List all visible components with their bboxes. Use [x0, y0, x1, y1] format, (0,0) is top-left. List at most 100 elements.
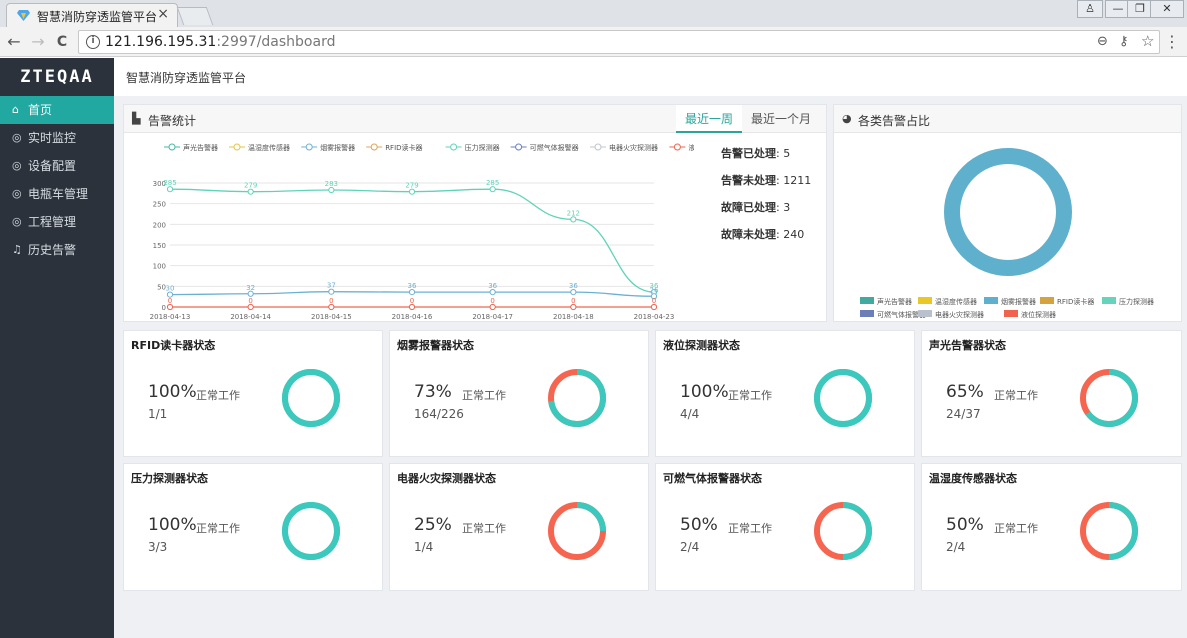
- dashboard-content: ▙ 告警统计 最近一周 最近一个月 声光告警器 温湿度传感器 烟雾报警器 RFID读卡器…: [114, 96, 1187, 638]
- status-card: 温湿度传感器状态 50% 正常工作 2/4: [921, 463, 1182, 591]
- close-window-button[interactable]: ✕: [1150, 0, 1184, 18]
- stat-row: 告警未处理: 1211: [721, 172, 811, 199]
- pie-legend-item[interactable]: 电器火灾探测器: [918, 310, 984, 319]
- data-label: 212: [567, 209, 580, 217]
- legend-marker: [233, 143, 241, 151]
- sidebar-menu: ⌂ 首页 ◎ 实时监控 ◎ 设备配置 ◎ 电瓶车管理 ◎ 工程管理 ♫ 历史告警: [0, 96, 114, 264]
- card-ratio: 3/3: [148, 540, 168, 554]
- card-ratio: 2/4: [680, 540, 700, 554]
- bell-icon: ♫: [12, 243, 22, 256]
- zoom-icon[interactable]: ⊖: [1097, 34, 1108, 49]
- data-label: 0: [571, 297, 575, 305]
- legend-item[interactable]: 温湿度传感器: [229, 143, 290, 152]
- data-label: 279: [244, 182, 257, 190]
- pie-legend-label: 烟雾报警器: [1001, 297, 1036, 306]
- data-point[interactable]: [247, 290, 254, 297]
- menu-icon[interactable]: ⋮: [1162, 32, 1182, 52]
- card-title: 压力探测器状态: [131, 472, 208, 485]
- pie-legend-item[interactable]: 温湿度传感器: [918, 297, 977, 306]
- y-tick-label: 100: [153, 263, 166, 271]
- app-logo: ZTEQAA: [20, 67, 94, 87]
- data-point[interactable]: [328, 303, 335, 311]
- legend-label: RFID读卡器: [385, 143, 422, 152]
- reload-button[interactable]: C: [52, 32, 72, 52]
- y-tick-label: 150: [153, 242, 166, 250]
- browser-tab[interactable]: 智慧消防穿透监管平台 ×: [6, 3, 178, 27]
- legend-item[interactable]: 电器火灾探测器: [590, 143, 658, 152]
- status-card: 液位探测器状态 100% 正常工作 4/4: [655, 330, 915, 457]
- data-point[interactable]: [408, 188, 416, 195]
- legend-marker: [168, 143, 176, 151]
- pie-legend-item[interactable]: 烟雾报警器: [984, 297, 1036, 306]
- alarm-stats-title: 告警统计: [148, 114, 197, 128]
- data-label: 279: [405, 182, 418, 190]
- status-card: 声光告警器状态 65% 正常工作 24/37: [921, 330, 1182, 457]
- key-icon[interactable]: ⚷: [1119, 34, 1129, 49]
- user-icon[interactable]: ♙: [1077, 0, 1103, 18]
- legend-item[interactable]: 声光告警器: [164, 143, 218, 152]
- card-percent-label: 正常工作: [994, 389, 1038, 402]
- legend-item[interactable]: 液位探测器: [669, 143, 694, 152]
- sidebar-item-project[interactable]: ◎ 工程管理: [0, 208, 114, 236]
- tab-period-0[interactable]: 最近一周: [675, 105, 742, 133]
- stat-label: 告警未处理: [721, 174, 776, 187]
- card-percent: 100%: [148, 515, 197, 535]
- back-button[interactable]: ←: [4, 32, 24, 52]
- sidebar-item-bike[interactable]: ◎ 电瓶车管理: [0, 180, 114, 208]
- legend-item[interactable]: RFID读卡器: [366, 143, 423, 152]
- star-icon[interactable]: ☆: [1141, 32, 1154, 50]
- data-point[interactable]: [489, 303, 496, 311]
- pie-legend-item[interactable]: 声光告警器: [860, 297, 912, 306]
- card-ratio: 1/1: [148, 407, 168, 421]
- stat-row: 故障已处理: 3: [721, 199, 811, 226]
- forward-button[interactable]: →: [28, 32, 48, 52]
- pie-legend-item[interactable]: 压力探测器: [1102, 297, 1154, 306]
- data-point[interactable]: [247, 303, 254, 311]
- data-point[interactable]: [570, 289, 577, 296]
- info-icon[interactable]: i: [86, 35, 100, 49]
- new-tab-button[interactable]: [176, 7, 214, 25]
- data-point[interactable]: [570, 216, 577, 223]
- status-donut: [548, 502, 606, 560]
- bar-chart-icon: ▙: [132, 112, 141, 125]
- data-point[interactable]: [166, 303, 174, 311]
- data-label: 37: [327, 282, 336, 290]
- data-point[interactable]: [489, 289, 496, 296]
- browser-tabbar: 智慧消防穿透监管平台 × ♙ — ❐ ✕: [0, 0, 1187, 27]
- tab-period-1[interactable]: 最近一个月: [742, 105, 820, 133]
- card-title: 可燃气体报警器状态: [663, 472, 762, 485]
- pie-slice[interactable]: [944, 148, 1072, 276]
- pie-legend-item[interactable]: RFID读卡器: [1040, 297, 1094, 306]
- data-point[interactable]: [166, 186, 174, 193]
- legend-item[interactable]: 烟雾报警器: [301, 143, 355, 152]
- pie-legend-swatch: [984, 297, 998, 304]
- x-tick-label: 2018-04-23: [634, 313, 675, 321]
- data-point[interactable]: [489, 186, 496, 193]
- pie-legend-item[interactable]: 液位探测器: [1004, 310, 1056, 319]
- sidebar-item-monitor[interactable]: ◎ 实时监控: [0, 124, 114, 152]
- data-point[interactable]: [328, 288, 335, 295]
- data-point[interactable]: [247, 188, 254, 195]
- tab-close-icon[interactable]: ×: [157, 6, 169, 22]
- url-input[interactable]: i 121.196.195.31:2997/dashboard ⊖ ⚷ ☆: [78, 30, 1160, 54]
- alarm-ratio-panel: ◕ 各类告警占比 声光告警器 温湿度传感器 烟雾报警器 RFID读卡器 压力探测器 可燃气…: [833, 104, 1182, 322]
- browser-tab-title: 智慧消防穿透监管平台: [37, 10, 158, 24]
- pie-legend-swatch: [918, 310, 932, 317]
- data-point[interactable]: [408, 289, 416, 296]
- sidebar-item-label: 工程管理: [28, 215, 77, 229]
- data-point[interactable]: [650, 303, 658, 311]
- card-percent-label: 正常工作: [728, 389, 772, 402]
- sidebar-item-home[interactable]: ⌂ 首页: [0, 96, 114, 124]
- sidebar-item-settings[interactable]: ◎ 设备配置: [0, 152, 114, 180]
- legend-item[interactable]: 压力探测器: [445, 143, 500, 152]
- data-label: 0: [652, 297, 656, 305]
- legend-item[interactable]: 可燃气体报警器: [510, 143, 579, 152]
- sidebar-item-bell[interactable]: ♫ 历史告警: [0, 236, 114, 264]
- card-percent: 65%: [946, 382, 984, 402]
- card-percent: 50%: [680, 515, 718, 535]
- data-point[interactable]: [328, 186, 335, 194]
- data-label: 26: [650, 286, 659, 294]
- pie-legend-item[interactable]: 可燃气体报警器: [860, 310, 926, 319]
- data-point[interactable]: [570, 303, 577, 311]
- data-point[interactable]: [408, 303, 416, 311]
